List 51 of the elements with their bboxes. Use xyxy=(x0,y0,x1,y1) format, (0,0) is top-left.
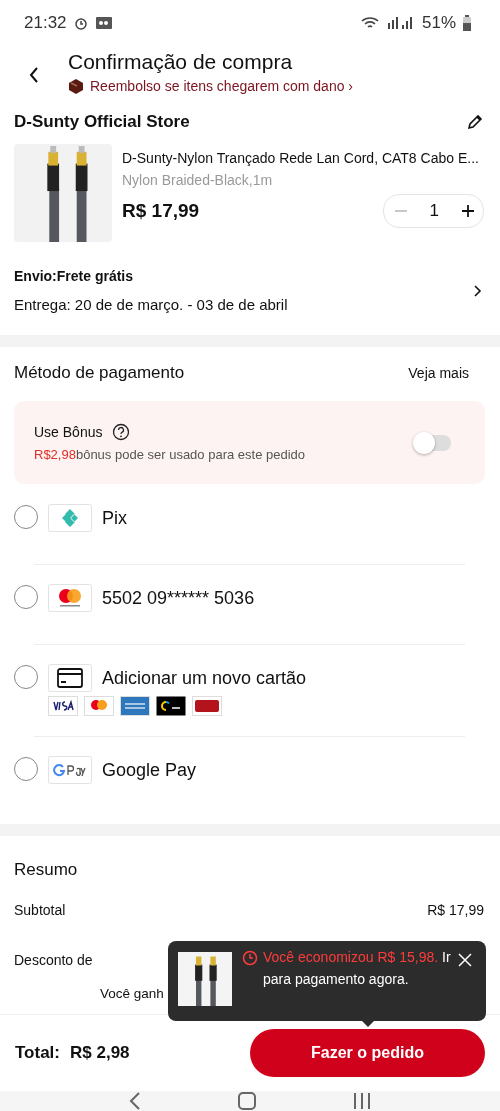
battery-percent: 51% xyxy=(421,12,456,33)
edit-icon[interactable] xyxy=(466,112,484,131)
card-logo-icon xyxy=(48,584,92,612)
place-order-button[interactable]: Fazer o pedido xyxy=(250,1029,485,1077)
page-title: Confirmação de compra xyxy=(68,49,294,74)
close-icon[interactable] xyxy=(458,953,472,967)
summary-label: Subtotal xyxy=(14,902,66,918)
credits-text: Você ganh xyxy=(100,986,164,1001)
back-icon[interactable] xyxy=(28,65,40,84)
product-price: R$ 17,99 xyxy=(122,200,200,222)
payment-method-label[interactable]: Pix xyxy=(102,507,127,529)
payment-method-label[interactable]: Google Pay xyxy=(102,759,197,781)
product-variant: Nylon Braided-Black,1m xyxy=(122,172,274,188)
chevron-right-icon[interactable] xyxy=(472,283,482,298)
delivery-date: Entrega: 20 de de março. - 03 de de abril xyxy=(14,296,288,313)
section-title: Resumo xyxy=(14,860,79,880)
product-title: D-Sunty-Nylon Trançado Rede Lan Cord, CAT8 Cabo E... xyxy=(122,150,480,166)
status-time: 21:32 xyxy=(24,12,67,33)
wifi-icon xyxy=(359,14,380,31)
bonus-label: Use Bônus xyxy=(34,424,103,440)
help-icon[interactable] xyxy=(112,423,131,441)
payment-method-label[interactable]: Adicionar um novo cartão xyxy=(102,667,307,689)
total-label: Total: xyxy=(15,1043,60,1063)
tooltip-pointer xyxy=(362,1021,374,1027)
box-icon xyxy=(68,77,84,94)
visa-icon xyxy=(48,696,78,716)
shipping-label: Envio:Frete grátis xyxy=(14,268,135,284)
card-brand-icon xyxy=(84,696,114,716)
quantity-value: 1 xyxy=(429,201,439,221)
store-name: D-Sunty Official Store xyxy=(14,111,190,132)
battery-icon xyxy=(462,14,472,31)
back-nav-icon[interactable] xyxy=(127,1091,142,1111)
payment-method-label[interactable]: 5502 09****** 5036 xyxy=(102,587,255,609)
bonus-toggle[interactable] xyxy=(415,434,451,451)
clock-icon xyxy=(242,950,258,966)
google-pay-icon xyxy=(48,756,92,784)
savings-tooltip[interactable]: Você economizou R$ 15,98. Ir para pagamento agora. xyxy=(168,941,486,1021)
total-value: R$ 2,98 xyxy=(70,1043,130,1063)
see-more-link[interactable]: Veja mais xyxy=(408,365,469,381)
bonus-text: R$2,98bônus pode ser usado para este pedido xyxy=(34,447,307,462)
home-icon[interactable] xyxy=(237,1091,257,1111)
refund-link[interactable]: Reembolso se itens chegarem com dano › xyxy=(90,77,354,94)
section-title: Método de pagamento xyxy=(14,363,185,383)
plus-icon[interactable] xyxy=(461,204,475,218)
tooltip-message: Você economizou R$ 15,98. Ir para pagamento agora. xyxy=(263,948,451,989)
credit-card-icon xyxy=(48,664,92,692)
summary-value: R$ 17,99 xyxy=(427,902,484,918)
summary-label: Desconto de xyxy=(14,952,93,968)
recents-icon[interactable] xyxy=(352,1091,373,1111)
voicemail-icon xyxy=(94,15,113,30)
quantity-stepper[interactable]: 1 xyxy=(382,194,484,228)
